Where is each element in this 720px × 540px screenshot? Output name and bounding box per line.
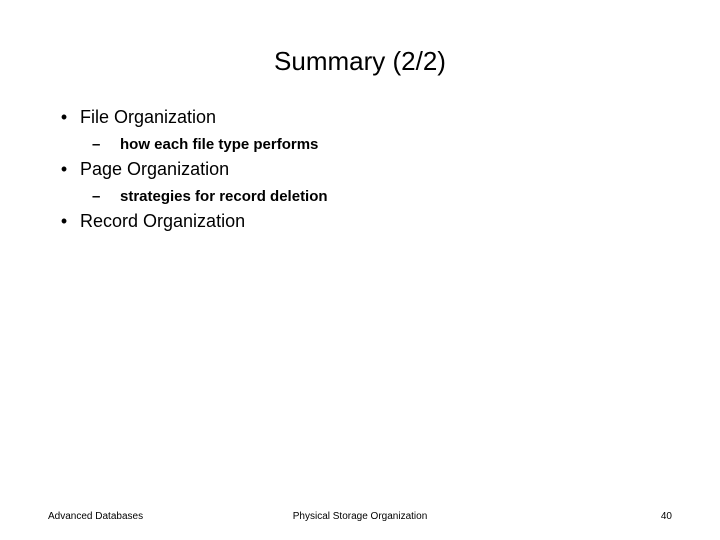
list-item: • Page Organization xyxy=(48,159,672,180)
slide-number: 40 xyxy=(661,511,672,522)
list-subitem-label: strategies for record deletion xyxy=(120,188,328,205)
list-item: • Record Organization xyxy=(48,211,672,232)
footer-center: Physical Storage Organization xyxy=(293,511,428,522)
list-item-label: File Organization xyxy=(80,107,216,128)
dash-marker: – xyxy=(92,136,120,153)
dash-marker: – xyxy=(92,188,120,205)
slide: Summary (2/2) • File Organization – how … xyxy=(0,0,720,540)
list-subitem-label: how each file type performs xyxy=(120,136,318,153)
bullet-marker: • xyxy=(48,107,80,128)
bullet-marker: • xyxy=(48,159,80,180)
bullet-list: • File Organization – how each file type… xyxy=(48,107,672,232)
footer: Advanced Databases Physical Storage Orga… xyxy=(0,511,720,522)
list-subitem: – strategies for record deletion xyxy=(92,188,672,205)
list-subitem: – how each file type performs xyxy=(92,136,672,153)
list-item: • File Organization xyxy=(48,107,672,128)
footer-left: Advanced Databases xyxy=(48,511,143,522)
list-item-label: Page Organization xyxy=(80,159,229,180)
bullet-marker: • xyxy=(48,211,80,232)
list-item-label: Record Organization xyxy=(80,211,245,232)
page-title: Summary (2/2) xyxy=(48,46,672,77)
